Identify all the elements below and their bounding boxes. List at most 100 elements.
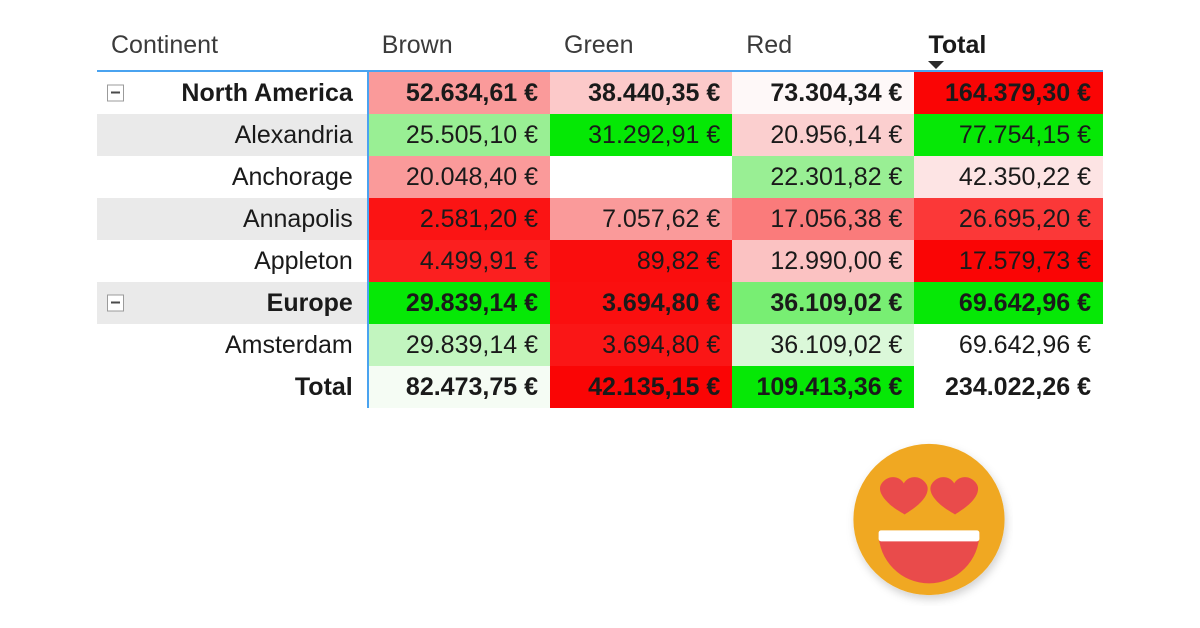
data-cell-value: 20.956,14 € [770, 120, 903, 149]
data-cell-value: 42.135,15 € [588, 372, 721, 401]
data-cell[interactable]: 82.473,75 € [367, 366, 550, 408]
data-cell-value: 17.056,38 € [770, 204, 903, 233]
data-cell[interactable]: 2.581,20 € [367, 198, 550, 240]
data-cell-value: 42.350,22 € [958, 162, 1091, 191]
header-row: Continent Brown Green Red Total [97, 8, 1103, 71]
data-cell[interactable]: 42.135,15 € [550, 366, 733, 408]
data-cell[interactable]: 38.440,35 € [550, 70, 733, 114]
row-header-label: Europe [266, 288, 353, 317]
data-cell[interactable]: 164.379,30 € [914, 70, 1103, 114]
data-cell[interactable]: 42.350,22 € [914, 156, 1103, 198]
data-cell-value: 69.642,96 € [958, 288, 1091, 317]
column-header-green-label: Green [564, 31, 634, 59]
data-cell-value: 7.057,62 € [602, 204, 721, 233]
data-cell-value: 109.413,36 € [756, 372, 903, 401]
row-header-cell[interactable]: Annapolis [97, 198, 369, 240]
data-cell-value: 36.109,02 € [770, 330, 903, 359]
column-header-total-label: Total [928, 31, 987, 59]
smiling-face-with-heart-eyes-emoji [845, 438, 1013, 606]
table-row[interactable]: Europe 29.839,14 € 3.694,80 € 36.109,02 € 69… [97, 282, 1103, 324]
row-header-label: Alexandria [234, 120, 353, 149]
data-cell[interactable]: 26.695,20 € [914, 198, 1103, 240]
data-cell-value: 77.754,15 € [958, 120, 1091, 149]
row-header-cell[interactable]: Anchorage [97, 156, 369, 198]
data-cell-value: 36.109,02 € [770, 288, 903, 317]
sort-descending-icon[interactable] [928, 61, 945, 69]
data-cell[interactable]: 29.839,14 € [367, 282, 550, 324]
data-cell-value: 22.301,82 € [770, 162, 903, 191]
row-header-label: Anchorage [231, 162, 353, 191]
data-cell-value: 82.473,75 € [405, 372, 538, 401]
column-header-red-label: Red [746, 31, 793, 59]
collapse-minus-icon[interactable] [107, 294, 124, 312]
data-cell[interactable]: 69.642,96 € [914, 282, 1103, 324]
data-cell[interactable]: 36.109,02 € [732, 324, 915, 366]
data-cell-value: 31.292,91 € [588, 120, 721, 149]
data-cell-value: 2.581,20 € [419, 204, 538, 233]
data-cell[interactable]: 29.839,14 € [367, 324, 550, 366]
data-cell[interactable]: 73.304,34 € [732, 70, 915, 114]
data-cell-value: 17.579,73 € [958, 246, 1091, 275]
data-cell-value: 164.379,30 € [945, 78, 1091, 107]
column-header-green[interactable]: Green [550, 8, 733, 71]
row-header-cell[interactable]: Total [97, 366, 369, 408]
row-header-cell[interactable]: North America [97, 70, 369, 114]
emoji-teeth [878, 530, 980, 542]
data-cell-value: 25.505,10 € [405, 120, 538, 149]
data-cell[interactable]: 20.956,14 € [732, 114, 915, 156]
data-cell[interactable] [550, 156, 733, 198]
data-cell[interactable]: 3.694,80 € [550, 282, 733, 324]
row-header-label: Amsterdam [224, 330, 353, 359]
table-row[interactable]: Alexandria 25.505,10 € 31.292,91 € 20.956,1… [97, 114, 1103, 156]
data-cell[interactable]: 3.694,80 € [550, 324, 733, 366]
table-row[interactable]: Total 82.473,75 € 42.135,15 € 109.413,36 € 2… [97, 366, 1103, 408]
column-header-continent[interactable]: Continent [97, 8, 368, 71]
collapse-minus-icon[interactable] [107, 84, 124, 102]
data-cell[interactable]: 7.057,62 € [550, 198, 733, 240]
column-header-brown-label: Brown [381, 31, 453, 59]
data-cell-value: 89,82 € [636, 246, 721, 275]
column-header-brown[interactable]: Brown [367, 8, 550, 71]
data-cell[interactable]: 17.056,38 € [732, 198, 915, 240]
data-cell[interactable]: 25.505,10 € [367, 114, 550, 156]
row-header-cell[interactable]: Amsterdam [97, 324, 369, 366]
table-row[interactable]: Appleton 4.499,91 € 89,82 € 12.990,00 € 17.5… [97, 240, 1103, 282]
table-row[interactable]: Amsterdam 29.839,14 € 3.694,80 € 36.109,02 … [97, 324, 1103, 366]
table-body: North America 52.634,61 € 38.440,35 € 73.30… [97, 70, 1103, 408]
data-cell[interactable]: 4.499,91 € [367, 240, 550, 282]
data-cell[interactable]: 17.579,73 € [914, 240, 1103, 282]
data-cell-value: 20.048,40 € [405, 162, 538, 191]
data-cell-value: 4.499,91 € [419, 246, 538, 275]
matrix-visual: Continent Brown Green Red Total North Am… [97, 8, 1103, 408]
data-cell-value: 73.304,34 € [770, 78, 903, 107]
data-cell[interactable]: 36.109,02 € [732, 282, 915, 324]
column-header-total[interactable]: Total [914, 8, 1103, 71]
data-cell[interactable]: 12.990,00 € [732, 240, 915, 282]
data-cell[interactable]: 20.048,40 € [367, 156, 550, 198]
row-header-label: Annapolis [242, 204, 353, 233]
table-row[interactable]: Annapolis 2.581,20 € 7.057,62 € 17.056,38 €… [97, 198, 1103, 240]
data-cell-value: 69.642,96 € [958, 330, 1091, 359]
data-cell[interactable]: 77.754,15 € [914, 114, 1103, 156]
data-cell-value: 29.839,14 € [405, 288, 538, 317]
table-row[interactable]: North America 52.634,61 € 38.440,35 € 73.30… [97, 70, 1103, 114]
data-cell-value: 234.022,26 € [945, 372, 1091, 401]
pivot-table: Continent Brown Green Red Total North Am… [97, 8, 1103, 408]
data-cell[interactable]: 109.413,36 € [732, 366, 915, 408]
data-cell[interactable]: 69.642,96 € [914, 324, 1103, 366]
row-header-label: Appleton [254, 246, 353, 275]
data-cell-value: 3.694,80 € [602, 288, 721, 317]
data-cell[interactable]: 234.022,26 € [914, 366, 1103, 408]
data-cell[interactable]: 22.301,82 € [732, 156, 915, 198]
data-cell[interactable]: 31.292,91 € [550, 114, 733, 156]
row-header-cell[interactable]: Appleton [97, 240, 369, 282]
row-header-cell[interactable]: Alexandria [97, 114, 369, 156]
table-row[interactable]: Anchorage 20.048,40 € 22.301,82 € 42.350,22… [97, 156, 1103, 198]
column-header-red[interactable]: Red [732, 8, 915, 71]
data-cell[interactable]: 52.634,61 € [367, 70, 550, 114]
row-header-cell[interactable]: Europe [97, 282, 369, 324]
data-cell-value: 12.990,00 € [770, 246, 903, 275]
data-cell[interactable]: 89,82 € [550, 240, 733, 282]
row-header-label: North America [181, 78, 353, 107]
data-cell-value: 52.634,61 € [405, 78, 538, 107]
